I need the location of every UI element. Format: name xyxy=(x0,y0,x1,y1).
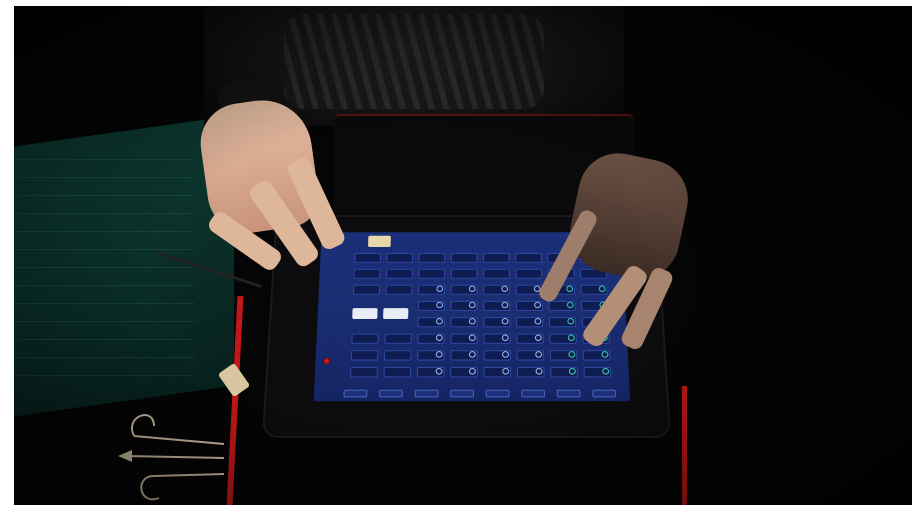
photo-scene xyxy=(14,6,912,505)
vignette xyxy=(14,6,912,505)
